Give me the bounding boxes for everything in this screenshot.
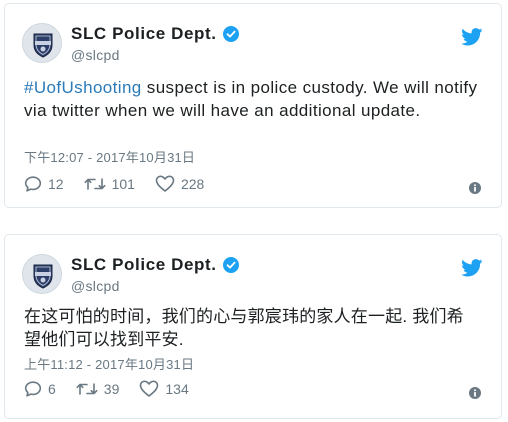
author-handle[interactable]: @slcpd (71, 47, 239, 63)
like-icon (140, 380, 159, 397)
like-count: 134 (165, 380, 189, 397)
author-display-name[interactable]: SLC Police Dept. (71, 255, 239, 275)
retweet-icon (76, 382, 98, 395)
tweet-timestamp[interactable]: 下午12:07 - 2017年10月31日 (24, 147, 195, 166)
hashtag-link[interactable]: #UofUshooting (24, 78, 142, 97)
info-icon[interactable] (469, 387, 481, 399)
info-icon[interactable] (469, 182, 481, 194)
tweet-card[interactable]: SLC Police Dept. @slcpd 在这可怕的时间，我们的心与郭宸玮… (4, 234, 502, 419)
twitter-logo-icon[interactable] (461, 259, 483, 277)
like-count: 228 (180, 175, 205, 192)
reply-icon (24, 380, 42, 397)
twitter-logo-icon[interactable] (461, 28, 483, 46)
author-display-name[interactable]: SLC Police Dept. (71, 24, 239, 44)
author-name[interactable]: SLC Police Dept. (71, 24, 217, 44)
author-name[interactable]: SLC Police Dept. (71, 255, 217, 275)
reply-count: 6 (48, 380, 56, 397)
tweet-card[interactable]: SLC Police Dept. @slcpd #UofUshooting su… (4, 3, 502, 208)
tweet-actions: 6 39 134 (24, 380, 209, 397)
reply-button[interactable]: 6 (24, 381, 56, 397)
tweet-text: #UofUshooting suspect is in police custo… (24, 76, 481, 122)
tweet-text: 在这可怕的时间，我们的心与郭宸玮的家人在一起. 我们希望他们可以找到平安. (24, 305, 481, 351)
retweet-count: 101 (111, 175, 135, 192)
retweet-icon (84, 177, 106, 190)
like-icon (155, 175, 175, 192)
reply-button[interactable]: 12 (24, 176, 64, 192)
like-button[interactable]: 228 (155, 175, 204, 192)
avatar[interactable] (22, 254, 62, 294)
tweet-actions: 12 101 228 (24, 175, 224, 192)
verified-icon (222, 257, 239, 273)
tweet-timestamp[interactable]: 上午11:12 - 2017年10月31日 (24, 354, 194, 373)
reply-icon (24, 175, 42, 192)
author-handle[interactable]: @slcpd (71, 278, 239, 294)
retweet-count: 39 (103, 380, 120, 397)
like-button[interactable]: 134 (139, 380, 189, 397)
retweet-button[interactable]: 39 (76, 380, 120, 397)
reply-count: 12 (48, 175, 64, 192)
tweet-text-body: 在这可怕的时间，我们的心与郭宸玮的家人在一起. 我们希望他们可以找到平安. (24, 307, 464, 349)
retweet-button[interactable]: 101 (84, 176, 135, 192)
avatar[interactable] (22, 23, 62, 63)
verified-icon (222, 26, 239, 42)
